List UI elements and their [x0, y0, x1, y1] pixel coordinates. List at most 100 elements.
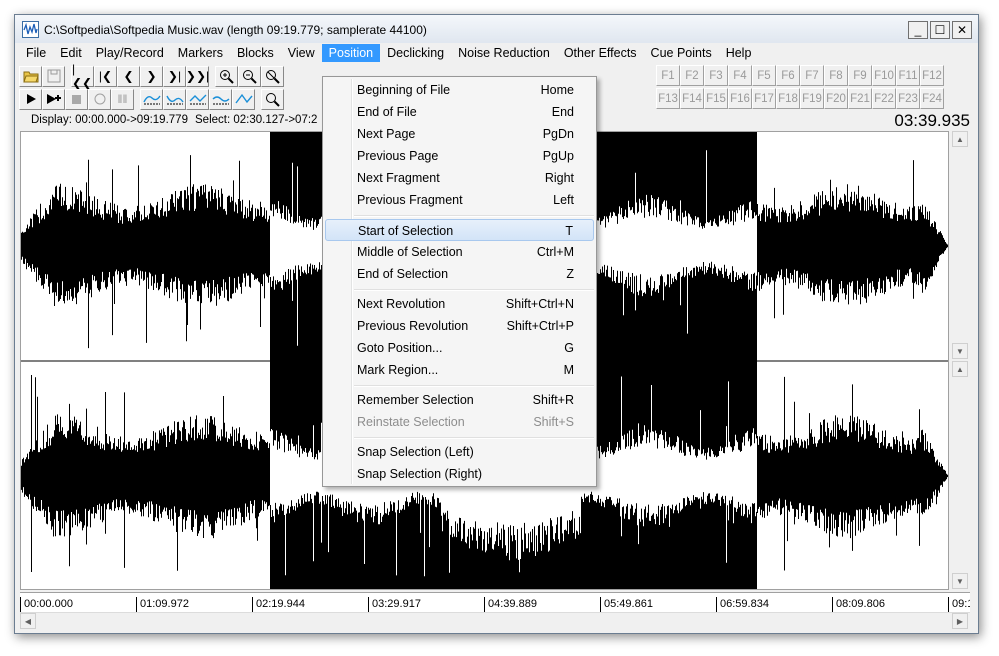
- ruler-tick: 02:19.944: [252, 597, 305, 612]
- play-icon[interactable]: [19, 88, 42, 110]
- function-key-f11[interactable]: F11: [896, 65, 920, 86]
- function-key-f23[interactable]: F23: [896, 88, 920, 109]
- ruler-tick: 04:39.889: [484, 597, 537, 612]
- scroll-up-icon[interactable]: ▲: [952, 131, 968, 147]
- app-window: C:\Softpedia\Softpedia Music.wav (length…: [14, 14, 979, 634]
- scroll-down-icon[interactable]: ▼: [952, 573, 968, 589]
- menu-view[interactable]: View: [281, 44, 322, 62]
- menu-item-mark-region[interactable]: Mark Region... M: [325, 359, 594, 381]
- function-key-f10[interactable]: F10: [872, 65, 896, 86]
- menu-item-middle-of-selection[interactable]: Middle of Selection Ctrl+M: [325, 241, 594, 263]
- menu-markers[interactable]: Markers: [171, 44, 230, 62]
- levels-icon[interactable]: ‖‖: [111, 88, 134, 110]
- fade-in-icon[interactable]: [140, 88, 163, 110]
- menu-other-effects[interactable]: Other Effects: [557, 44, 644, 62]
- menu-item-end-of-file[interactable]: End of File End: [325, 101, 594, 123]
- function-key-f7[interactable]: F7: [800, 65, 824, 86]
- horizontal-scrollbar[interactable]: ◀ ▶: [20, 612, 970, 629]
- menu-item-snap-selection-right[interactable]: Snap Selection (Right): [325, 463, 594, 485]
- menu-item-goto-position[interactable]: Goto Position... G: [325, 337, 594, 359]
- function-key-f2[interactable]: F2: [680, 65, 704, 86]
- menu-declicking[interactable]: Declicking: [380, 44, 451, 62]
- function-key-f19[interactable]: F19: [800, 88, 824, 109]
- page-forward-icon[interactable]: ❯|: [163, 65, 186, 87]
- window-title: C:\Softpedia\Softpedia Music.wav (length…: [44, 23, 427, 37]
- go-end-icon[interactable]: ❯❯|: [186, 65, 209, 87]
- menu-cue-points[interactable]: Cue Points: [644, 44, 719, 62]
- menu-item-next-revolution[interactable]: Next Revolution Shift+Ctrl+N: [325, 293, 594, 315]
- play-selection-icon[interactable]: [42, 88, 65, 110]
- zoom-in-icon[interactable]: [215, 65, 238, 87]
- menu-noise-reduction[interactable]: Noise Reduction: [451, 44, 557, 62]
- menu-item-snap-selection-left[interactable]: Snap Selection (Left): [325, 441, 594, 463]
- scroll-left-icon[interactable]: ◀: [20, 613, 36, 629]
- menu-bar: File Edit Play/Record Markers Blocks Vie…: [15, 43, 978, 63]
- menu-blocks[interactable]: Blocks: [230, 44, 281, 62]
- selection-range: Select: 02:30.127->07:2: [195, 114, 318, 126]
- step-back-icon[interactable]: ❮: [117, 65, 140, 87]
- menu-position[interactable]: Position: [321, 44, 381, 62]
- title-bar[interactable]: C:\Softpedia\Softpedia Music.wav (length…: [15, 15, 978, 45]
- menu-item-next-page[interactable]: Next Page PgDn: [325, 123, 594, 145]
- menu-item-previous-page[interactable]: Previous Page PgUp: [325, 145, 594, 167]
- menu-separator: [354, 215, 594, 217]
- vertical-scrollbar[interactable]: ▲ ▼ ▲ ▼: [951, 131, 969, 590]
- zoom-selection-icon[interactable]: [261, 65, 284, 87]
- display-range: Display: 00:00.000->09:19.779: [31, 114, 188, 126]
- menu-edit[interactable]: Edit: [53, 44, 89, 62]
- step-forward-icon[interactable]: ❯: [140, 65, 163, 87]
- function-key-f21[interactable]: F21: [848, 88, 872, 109]
- page-back-icon[interactable]: |❮: [94, 65, 117, 87]
- zoom-out-icon[interactable]: [238, 65, 261, 87]
- open-folder-icon[interactable]: [19, 65, 42, 87]
- scroll-up-icon[interactable]: ▲: [952, 361, 968, 377]
- menu-item-reinstate-selection: Reinstate Selection Shift+S: [357, 415, 574, 429]
- ruler-tick: 06:59.834: [716, 597, 769, 612]
- menu-item-previous-fragment[interactable]: Previous Fragment Left: [325, 189, 594, 211]
- function-key-f17[interactable]: F17: [752, 88, 776, 109]
- envelope-icon[interactable]: [232, 88, 255, 110]
- fade-out-icon[interactable]: [163, 88, 186, 110]
- scroll-right-icon[interactable]: ▶: [952, 613, 968, 629]
- record-icon[interactable]: [88, 88, 111, 110]
- ruler-tick: 08:09.806: [832, 597, 885, 612]
- function-key-f6[interactable]: F6: [776, 65, 800, 86]
- minimize-button[interactable]: _: [908, 21, 928, 39]
- function-key-f5[interactable]: F5: [752, 65, 776, 86]
- crossfade-icon[interactable]: [186, 88, 209, 110]
- function-keys-row1: F1 F2 F3 F4 F5 F6 F7 F8 F9 F10 F11 F12: [656, 65, 944, 87]
- function-key-f13[interactable]: F13: [656, 88, 680, 109]
- menu-item-start-of-selection[interactable]: Start of Selection T: [325, 219, 594, 241]
- menu-file[interactable]: File: [19, 44, 53, 62]
- maximize-button[interactable]: ☐: [930, 21, 950, 39]
- ruler-tick: 09:1: [948, 597, 970, 612]
- menu-item-beginning-of-file[interactable]: Beginning of File Home: [325, 79, 594, 101]
- function-key-f16[interactable]: F16: [728, 88, 752, 109]
- normalize-icon[interactable]: [209, 88, 232, 110]
- menu-item-remember-selection[interactable]: Remember Selection Shift+R: [325, 389, 594, 411]
- scroll-down-icon[interactable]: ▼: [952, 343, 968, 359]
- zoom-tool-icon[interactable]: [261, 88, 284, 110]
- function-key-f9[interactable]: F9: [848, 65, 872, 86]
- go-start-icon[interactable]: |❮❮: [71, 62, 94, 90]
- function-key-f8[interactable]: F8: [824, 65, 848, 86]
- menu-play-record[interactable]: Play/Record: [89, 44, 171, 62]
- function-key-f4[interactable]: F4: [728, 65, 752, 86]
- function-key-f1[interactable]: F1: [656, 65, 680, 86]
- function-key-f14[interactable]: F14: [680, 88, 704, 109]
- function-key-f12[interactable]: F12: [920, 65, 944, 86]
- menu-help[interactable]: Help: [719, 44, 759, 62]
- function-key-f20[interactable]: F20: [824, 88, 848, 109]
- function-key-f3[interactable]: F3: [704, 65, 728, 86]
- menu-item-next-fragment[interactable]: Next Fragment Right: [325, 167, 594, 189]
- function-key-f24[interactable]: F24: [920, 88, 944, 109]
- function-key-f18[interactable]: F18: [776, 88, 800, 109]
- function-key-f22[interactable]: F22: [872, 88, 896, 109]
- menu-item-end-of-selection[interactable]: End of Selection Z: [325, 263, 594, 285]
- menu-item-previous-revolution[interactable]: Previous Revolution Shift+Ctrl+P: [325, 315, 594, 337]
- function-key-f15[interactable]: F15: [704, 88, 728, 109]
- window-controls: _ ☐ ✕: [908, 21, 972, 39]
- close-button[interactable]: ✕: [952, 21, 972, 39]
- save-icon[interactable]: [42, 65, 65, 87]
- stop-icon[interactable]: [65, 88, 88, 110]
